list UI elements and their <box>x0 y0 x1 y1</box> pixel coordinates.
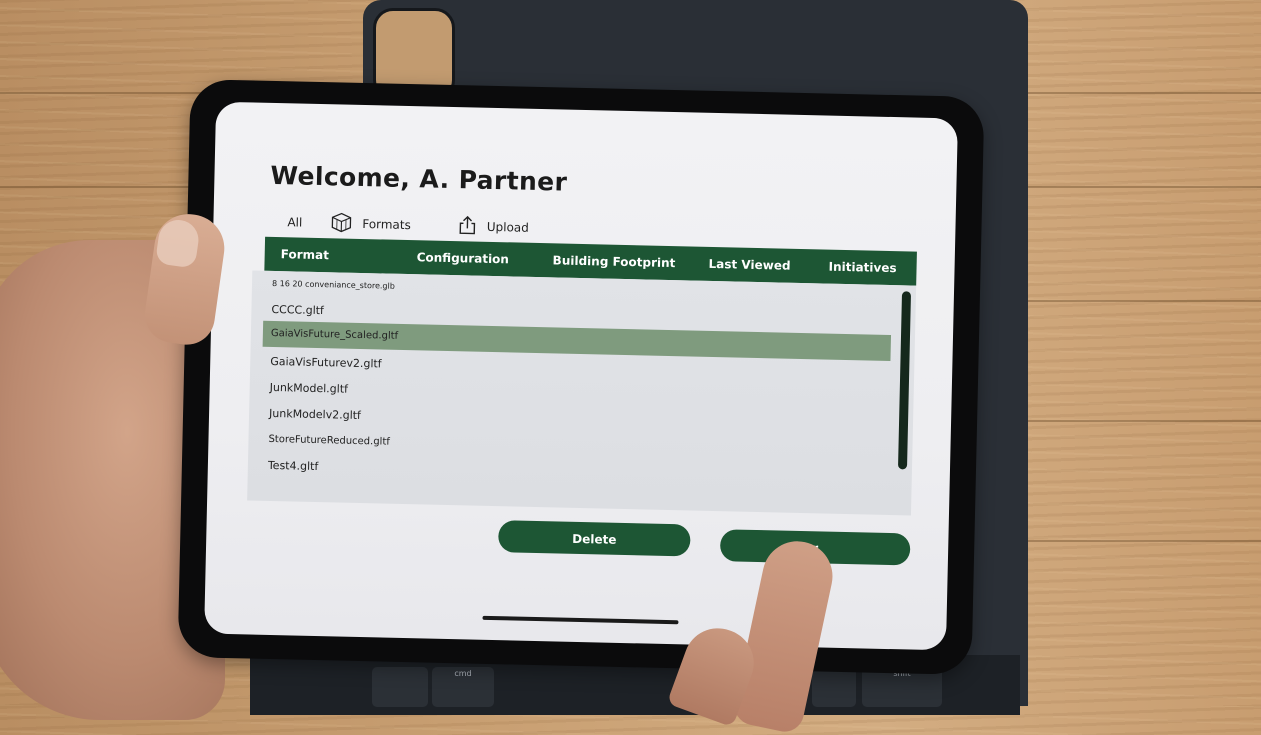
tab-formats-label: Formats <box>362 217 411 233</box>
list-scrollbar[interactable] <box>897 291 912 470</box>
delete-button[interactable]: Delete <box>498 520 691 557</box>
list-item[interactable]: JunkModel.gltf <box>269 375 349 403</box>
list-item[interactable]: JunkModelv2.gltf <box>269 401 361 429</box>
key-cmd[interactable]: cmd <box>432 667 494 707</box>
page-title: Welcome, A. Partner <box>270 160 568 197</box>
list-item[interactable]: Test4.gltf <box>268 453 319 480</box>
column-header-initiatives[interactable]: Initiatives <box>828 260 896 276</box>
tab-upload[interactable]: Upload <box>459 215 530 240</box>
column-header-last-viewed[interactable]: Last Viewed <box>708 257 790 273</box>
key-option[interactable] <box>372 667 428 707</box>
column-header-building-footprint[interactable]: Building Footprint <box>552 253 675 270</box>
ipad-device: Welcome, A. Partner All Formats Upload F… <box>177 79 985 675</box>
file-list: 8 16 20 conveniance_store.glb CCCC.gltf … <box>247 270 917 516</box>
column-header-format[interactable]: Format <box>281 247 330 262</box>
list-item[interactable]: StoreFutureReduced.gltf <box>268 427 390 456</box>
cube-icon <box>330 212 363 236</box>
upload-icon <box>459 215 488 239</box>
key-slash[interactable] <box>812 667 856 707</box>
tab-upload-label: Upload <box>486 219 530 235</box>
list-item[interactable]: GaiaVisFuturev2.gltf <box>270 349 382 378</box>
tab-all[interactable]: All <box>287 215 302 229</box>
list-item[interactable]: 8 16 20 conveniance_store.glb <box>272 271 395 300</box>
column-header-configuration[interactable]: Configuration <box>417 250 510 266</box>
list-item-selected[interactable]: GaiaVisFuture_Scaled.gltf <box>271 321 399 350</box>
list-item[interactable]: CCCC.gltf <box>271 297 324 324</box>
tab-formats[interactable]: Formats <box>330 212 411 237</box>
home-indicator <box>482 615 679 625</box>
tab-all-label: All <box>287 215 303 230</box>
app-screen: Welcome, A. Partner All Formats Upload F… <box>204 101 958 651</box>
